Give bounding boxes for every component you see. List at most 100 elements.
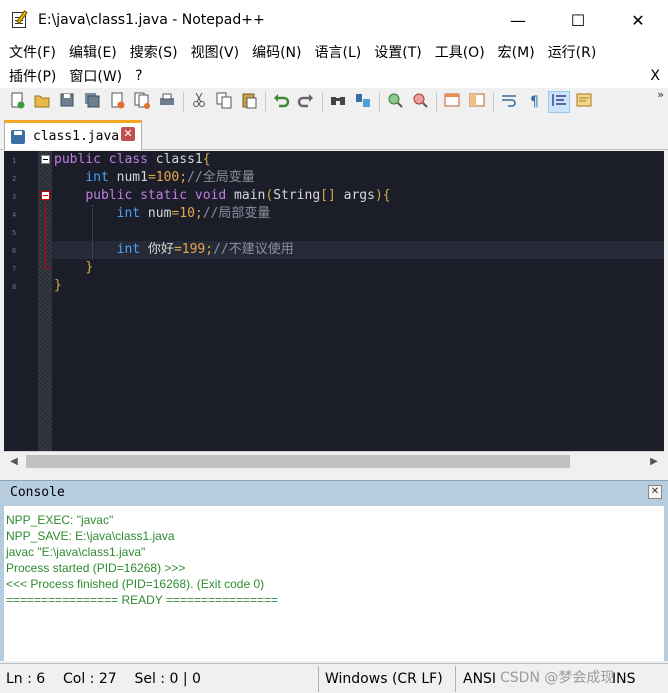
menu-item[interactable]: 工具(O)	[426, 42, 489, 62]
open-file-button[interactable]	[31, 91, 53, 113]
code-token: =	[147, 170, 156, 185]
fold-range-end	[45, 268, 50, 269]
word-wrap-button[interactable]	[498, 91, 520, 113]
toolbar-separator	[379, 92, 380, 112]
console-line: ================ READY ================	[6, 593, 279, 607]
saved-file-icon	[11, 129, 25, 144]
csdn-watermark: CSDN @梦会成现	[500, 670, 615, 686]
save-button[interactable]	[56, 91, 78, 113]
sync-vertical-button[interactable]	[441, 91, 463, 113]
fold-toggle-main[interactable]	[41, 191, 50, 200]
indent-guide-button[interactable]	[548, 91, 570, 113]
console-output[interactable]: NPP_EXEC: "javac" NPP_SAVE: E:\java\class…	[0, 504, 668, 661]
code-token: ;	[179, 170, 188, 185]
redo-icon	[297, 91, 315, 113]
console-line: Process started (PID=16268) >>>	[6, 561, 186, 575]
status-divider	[318, 666, 319, 692]
save-all-button[interactable]	[81, 91, 103, 113]
find-icon	[329, 91, 347, 113]
sync-vertical-icon	[443, 91, 461, 113]
code-line: int num=10;//局部变量	[54, 205, 271, 223]
encoding[interactable]: ANSI	[463, 664, 496, 693]
toolbar: ¶»	[0, 88, 668, 116]
code-token: int	[116, 206, 141, 221]
maximize-button[interactable]: ☐	[548, 0, 608, 40]
zoom-out-button[interactable]	[409, 91, 431, 113]
tab-close-button[interactable]: ✕	[121, 127, 135, 141]
code-token: []	[320, 188, 336, 203]
horizontal-scrollbar[interactable]: ◀ ▶	[4, 451, 664, 471]
paste-button[interactable]	[238, 91, 260, 113]
menu-item[interactable]: 窗口(W)	[60, 66, 126, 86]
code-token: ){	[374, 188, 391, 203]
insert-mode: INS	[612, 671, 636, 687]
copy-button[interactable]	[213, 91, 235, 113]
code-token: int	[116, 242, 141, 257]
cut-icon	[190, 91, 208, 113]
print-button[interactable]	[156, 91, 178, 113]
undo-icon	[272, 91, 290, 113]
find-button[interactable]	[327, 91, 349, 113]
cut-button[interactable]	[188, 91, 210, 113]
close-all-button[interactable]	[131, 91, 153, 113]
menu-item[interactable]: 编辑(E)	[60, 42, 121, 62]
minimize-button[interactable]: —	[488, 0, 548, 40]
menu-item[interactable]: 文件(F)	[0, 42, 60, 62]
print-icon	[158, 91, 176, 113]
code-token: 你好	[140, 242, 174, 257]
close-button[interactable]	[106, 91, 128, 113]
replace-button[interactable]	[352, 91, 374, 113]
code-token: (	[265, 188, 274, 203]
menu-item[interactable]: 语言(L)	[306, 42, 366, 62]
replace-icon	[354, 91, 372, 113]
line-number-gutter: 1 2 3 4 5 6 7 8	[4, 151, 38, 451]
menu-item[interactable]: 视图(V)	[182, 42, 244, 62]
close-window-button[interactable]: ✕	[608, 0, 668, 40]
undo-button[interactable]	[270, 91, 292, 113]
fold-range-line	[45, 201, 46, 269]
menu-row-1: 文件(F) 编辑(E) 搜索(S) 视图(V) 编码(N) 语言(L) 设置(T) 工具(O)…	[0, 40, 600, 64]
menu-item[interactable]: 宏(M)	[489, 42, 539, 62]
scroll-right-arrow-icon[interactable]: ▶	[646, 454, 662, 470]
code-token: 100	[155, 170, 180, 185]
scroll-left-arrow-icon[interactable]: ◀	[6, 454, 22, 470]
show-all-chars-button[interactable]: ¶	[523, 91, 545, 113]
document-map-icon	[575, 91, 593, 113]
zoom-in-icon	[386, 91, 404, 113]
menu-item[interactable]: 插件(P)	[0, 66, 60, 86]
eol-format[interactable]: Windows (CR LF)	[325, 664, 443, 693]
code-token: num1	[108, 170, 148, 185]
code-token: //不建议使用	[213, 242, 294, 257]
code-token: {	[202, 152, 211, 167]
toolbar-separator	[322, 92, 323, 112]
code-editor[interactable]: 12345678 public class class1{ int num1=1…	[4, 151, 664, 451]
menu-item[interactable]: 编码(N)	[243, 42, 305, 62]
sync-horizontal-button[interactable]	[466, 91, 488, 113]
code-token: ;	[205, 242, 214, 257]
title-bar: E:\java\class1.java - Notepad++ — ☐ ✕	[0, 0, 668, 40]
scrollbar-thumb[interactable]	[26, 455, 570, 468]
code-token: }	[54, 278, 62, 293]
toolbar-separator	[183, 92, 184, 112]
zoom-in-button[interactable]	[384, 91, 406, 113]
new-file-button[interactable]	[6, 91, 28, 113]
show-all-chars-icon: ¶	[525, 91, 543, 113]
menu-bar: 文件(F) 编辑(E) 搜索(S) 视图(V) 编码(N) 语言(L) 设置(T) 工具(O)…	[0, 40, 668, 88]
tab-bar: class1.java ✕	[0, 116, 668, 150]
close-document-button[interactable]: X	[650, 64, 660, 88]
menu-item[interactable]: 运行(R)	[539, 42, 601, 62]
code-token: args	[335, 188, 375, 203]
redo-button[interactable]	[295, 91, 317, 113]
menu-item[interactable]: 搜索(S)	[121, 42, 182, 62]
tab-class1-java[interactable]: class1.java ✕	[4, 120, 142, 150]
menu-item[interactable]: ?	[126, 68, 146, 84]
toolbar-overflow-button[interactable]: »	[657, 88, 664, 101]
notepad-plus-plus-icon	[10, 10, 30, 30]
menu-item[interactable]: 设置(T)	[365, 42, 425, 62]
document-map-button[interactable]	[573, 91, 595, 113]
fold-toggle-class[interactable]	[41, 155, 50, 164]
console-close-button[interactable]: ✕	[648, 485, 662, 499]
